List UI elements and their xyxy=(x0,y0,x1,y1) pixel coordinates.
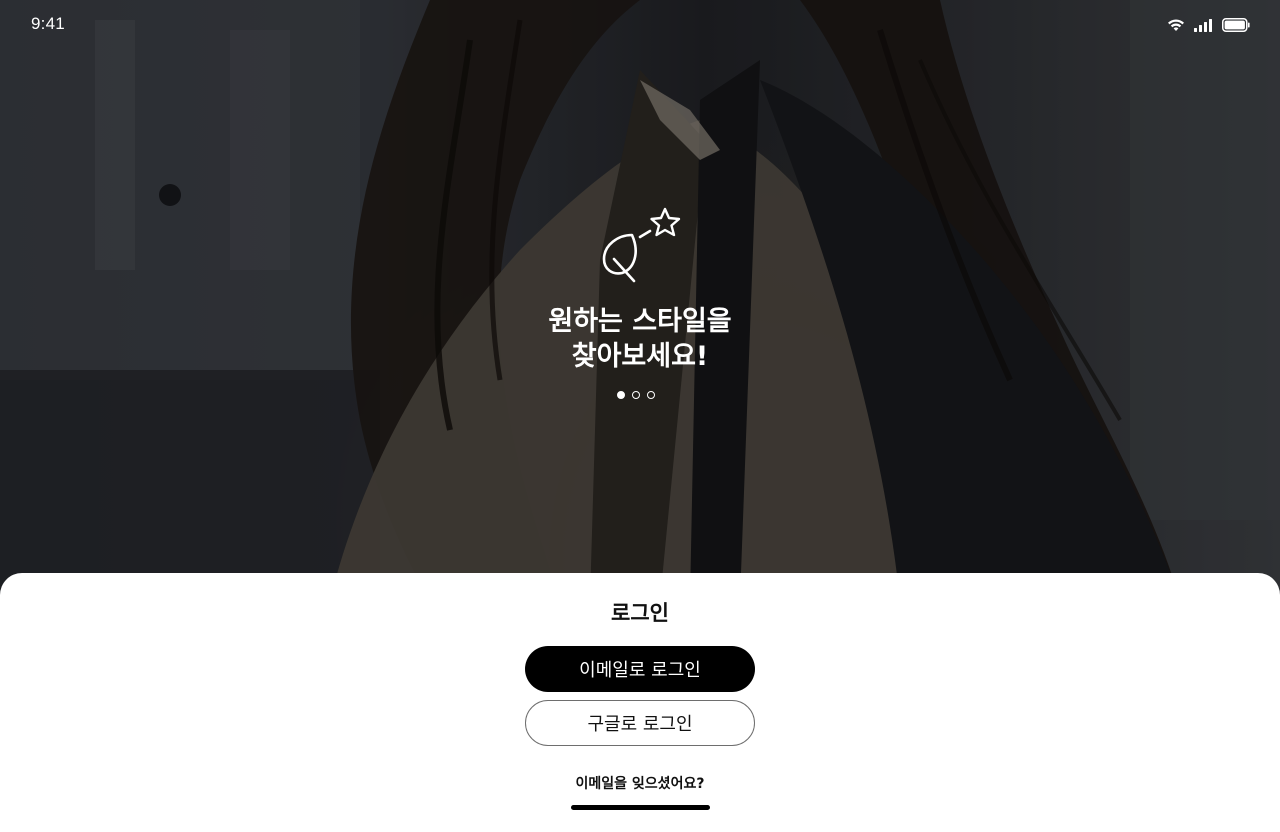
hero-title-line-2: 찾아보세요! xyxy=(571,341,709,372)
hero-title-line-1: 원하는 스타일을 xyxy=(548,306,732,337)
google-login-button[interactable]: 구글로 로그인 xyxy=(525,700,755,746)
email-login-button[interactable]: 이메일로 로그인 xyxy=(525,646,755,692)
wifi-icon xyxy=(1168,19,1184,31)
page-dot-2[interactable] xyxy=(632,391,640,399)
page-dot-3[interactable] xyxy=(647,391,655,399)
battery-icon xyxy=(1222,18,1250,32)
status-icons xyxy=(1167,16,1250,34)
status-time: 9:41 xyxy=(31,14,65,33)
login-screen: 9:41 원하는 스타일을 찾아보세요! 로그인 이메일로 로그인 구글로 로그… xyxy=(0,0,1280,832)
leaf-star-icon xyxy=(602,207,681,283)
status-bar: 9:41 xyxy=(0,0,1280,52)
email-login-label: 이메일로 로그인 xyxy=(579,660,701,681)
page-dot-1[interactable] xyxy=(617,391,625,399)
hero-title: 원하는 스타일을 찾아보세요! xyxy=(440,304,840,374)
forgot-email-link[interactable]: 이메일을 잊으셨어요? xyxy=(0,773,1280,793)
google-login-label: 구글로 로그인 xyxy=(587,714,693,735)
cellular-signal-icon xyxy=(1194,18,1212,32)
onboarding-hero: 원하는 스타일을 찾아보세요! xyxy=(0,0,1280,600)
login-bottom-sheet: 로그인 이메일로 로그인 구글로 로그인 이메일을 잊으셨어요? xyxy=(0,573,1280,832)
home-indicator xyxy=(571,805,710,810)
carousel-page-indicator[interactable] xyxy=(617,391,655,399)
login-title: 로그인 xyxy=(611,601,669,625)
